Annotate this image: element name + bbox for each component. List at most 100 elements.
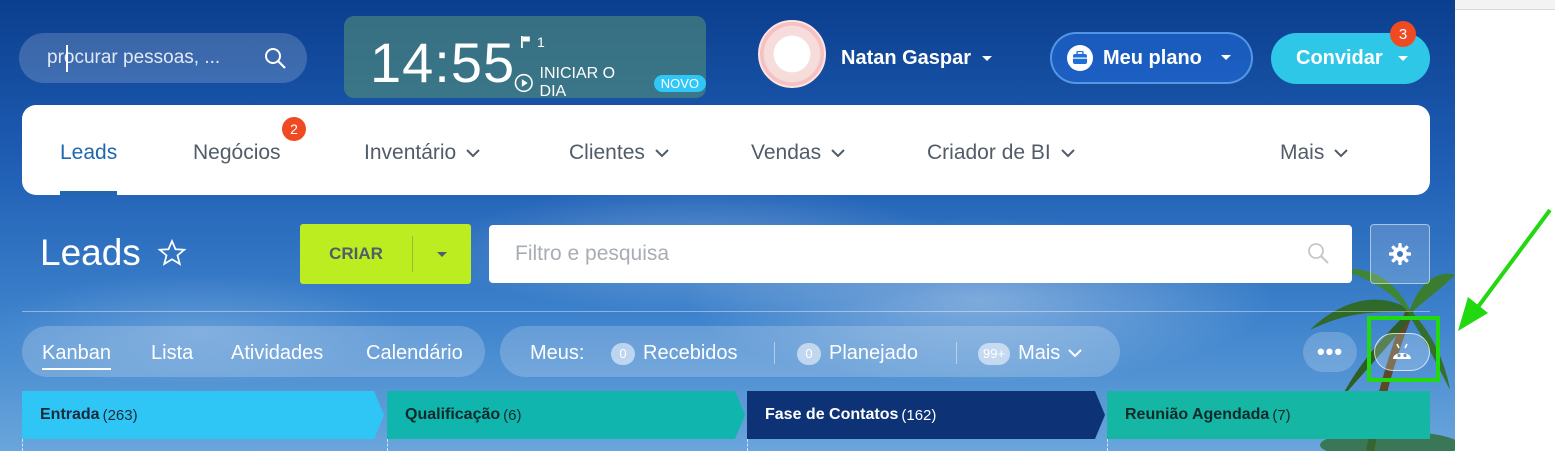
work-day-widget[interactable]: 14:55 1 INICIAR O DIA NOVO [344, 16, 706, 101]
invite-badge: 3 [1390, 21, 1416, 47]
nav-item-label: Clientes [569, 141, 645, 164]
my-plan-label: Meu plano [1103, 46, 1202, 69]
new-badge: NOVO [653, 74, 706, 92]
caret-down-icon [437, 251, 447, 257]
settings-button[interactable] [1370, 224, 1430, 284]
chevron-down-icon [1068, 349, 1083, 358]
column-edge [1107, 439, 1108, 451]
gear-icon [1389, 243, 1411, 265]
ellipsis-icon: ••• [1316, 339, 1344, 364]
counter-value: 0 [797, 342, 821, 365]
counter-mais[interactable]: 99+ Mais [978, 342, 1083, 365]
my-plan-button[interactable]: Meu plano [1050, 32, 1253, 84]
counter-label: Mais [1018, 342, 1061, 364]
nav-item-inventario[interactable]: Inventário [364, 141, 480, 165]
search-icon[interactable] [1306, 241, 1330, 270]
nav-item-label: Mais [1280, 141, 1325, 164]
chevron-down-icon [1334, 148, 1349, 157]
briefcase-icon [1067, 45, 1093, 71]
avatar[interactable] [758, 20, 826, 88]
create-button[interactable]: CRIAR [300, 224, 471, 284]
counter-recebidos[interactable]: 0 Recebidos [611, 342, 738, 365]
stage-count: (263) [102, 406, 138, 424]
text-caret [66, 45, 68, 72]
main-nav: Leads Negócios 2 Inventário Clientes Ven… [22, 105, 1430, 195]
nav-item-label: Vendas [751, 141, 822, 164]
filter-search-input[interactable]: Filtro e pesquisa [489, 225, 1352, 283]
stage-name: Reunião Agendada [1125, 406, 1270, 423]
tab-atividades[interactable]: Atividades [231, 342, 323, 365]
chevron-down-icon [1061, 148, 1075, 157]
stage-count: (162) [901, 406, 937, 424]
stage-name: Qualificação [405, 406, 501, 423]
nav-item-mais[interactable]: Mais [1280, 141, 1349, 165]
counter-value: 99+ [978, 342, 1011, 365]
chevron-down-icon [655, 148, 669, 157]
global-search-placeholder: procurar pessoas, ... [47, 47, 221, 68]
play-circle-icon [514, 73, 533, 93]
counter-label: Planejado [829, 342, 918, 364]
invite-button[interactable]: Convidar 3 [1271, 21, 1430, 84]
nav-item-label: Inventário [364, 141, 457, 164]
flag-icon [521, 36, 530, 48]
column-edge [747, 439, 748, 451]
create-dropdown-toggle[interactable] [413, 251, 471, 258]
nav-item-negocios[interactable]: Negócios 2 [193, 117, 306, 165]
nav-item-leads[interactable]: Leads [60, 141, 117, 165]
column-edge [22, 439, 23, 451]
global-search-input[interactable]: procurar pessoas, ... [19, 33, 307, 83]
flag-counter: 1 [521, 34, 545, 50]
more-options-button[interactable]: ••• [1303, 332, 1357, 372]
filter-placeholder: Filtro e pesquisa [515, 242, 670, 265]
chevron-down-icon [466, 148, 480, 157]
caret-down-icon [982, 55, 993, 61]
star-icon[interactable] [157, 238, 187, 268]
tab-lista[interactable]: Lista [151, 342, 193, 365]
counter-planejado[interactable]: 0 Planejado [797, 342, 918, 365]
search-icon[interactable] [263, 46, 287, 75]
nav-item-criador-bi[interactable]: Criador de BI [927, 141, 1075, 165]
flag-count: 1 [537, 34, 545, 50]
counter-value: 0 [611, 342, 635, 365]
user-name: Natan Gaspar [841, 47, 972, 69]
counters-label: Meus: [530, 342, 585, 364]
active-tab-underline [60, 191, 117, 195]
clock-time: 14:55 [370, 31, 516, 94]
crm-app: procurar pessoas, ... 14:55 1 INICIAR O … [0, 0, 1455, 451]
kanban-stage-entrada[interactable]: Entrada (263) [22, 391, 384, 439]
nav-item-vendas[interactable]: Vendas [751, 141, 845, 165]
kanban-stage-fase-contatos[interactable]: Fase de Contatos (162) [747, 391, 1105, 439]
stage-name: Fase de Contatos [765, 406, 899, 423]
create-label: CRIAR [329, 244, 383, 263]
counter-divider [956, 342, 957, 364]
stage-count: (6) [503, 406, 522, 424]
caret-down-icon [1220, 55, 1231, 60]
kanban-stage-reuniao-agendada[interactable]: Reunião Agendada (7) [1107, 391, 1430, 439]
annotation-arrow [1458, 208, 1552, 331]
kanban-stage-qualificacao[interactable]: Qualificação (6) [387, 391, 745, 439]
column-edge [387, 439, 388, 451]
annotation-highlight-box [1367, 316, 1440, 382]
caret-down-icon [1397, 55, 1408, 61]
nav-item-label: Negócios [193, 141, 281, 164]
stage-name: Entrada [40, 406, 100, 423]
nav-item-label: Criador de BI [927, 141, 1051, 164]
start-day-label: INICIAR O DIA [539, 65, 616, 100]
page-title: Leads [40, 232, 187, 274]
start-day-button[interactable]: INICIAR O DIA NOVO [514, 65, 706, 101]
chevron-down-icon [831, 148, 845, 157]
nav-item-label: Leads [60, 141, 118, 164]
counter-label: Recebidos [643, 342, 738, 364]
view-switcher: Kanban Lista Atividades Calendário [22, 326, 485, 377]
stage-count: (7) [1272, 406, 1291, 424]
tab-kanban[interactable]: Kanban [42, 342, 111, 370]
toolbar-divider [22, 311, 1430, 312]
tab-calendario[interactable]: Calendário [366, 342, 463, 365]
nav-item-clientes[interactable]: Clientes [569, 141, 669, 165]
invite-label: Convidar [1296, 47, 1383, 69]
page-title-text: Leads [40, 232, 141, 273]
my-counters: Meus: 0 Recebidos 0 Planejado 99+ Mais [500, 326, 1120, 377]
counter-divider [774, 342, 775, 364]
nav-badge: 2 [282, 117, 306, 141]
user-menu[interactable]: Natan Gaspar [841, 47, 993, 70]
